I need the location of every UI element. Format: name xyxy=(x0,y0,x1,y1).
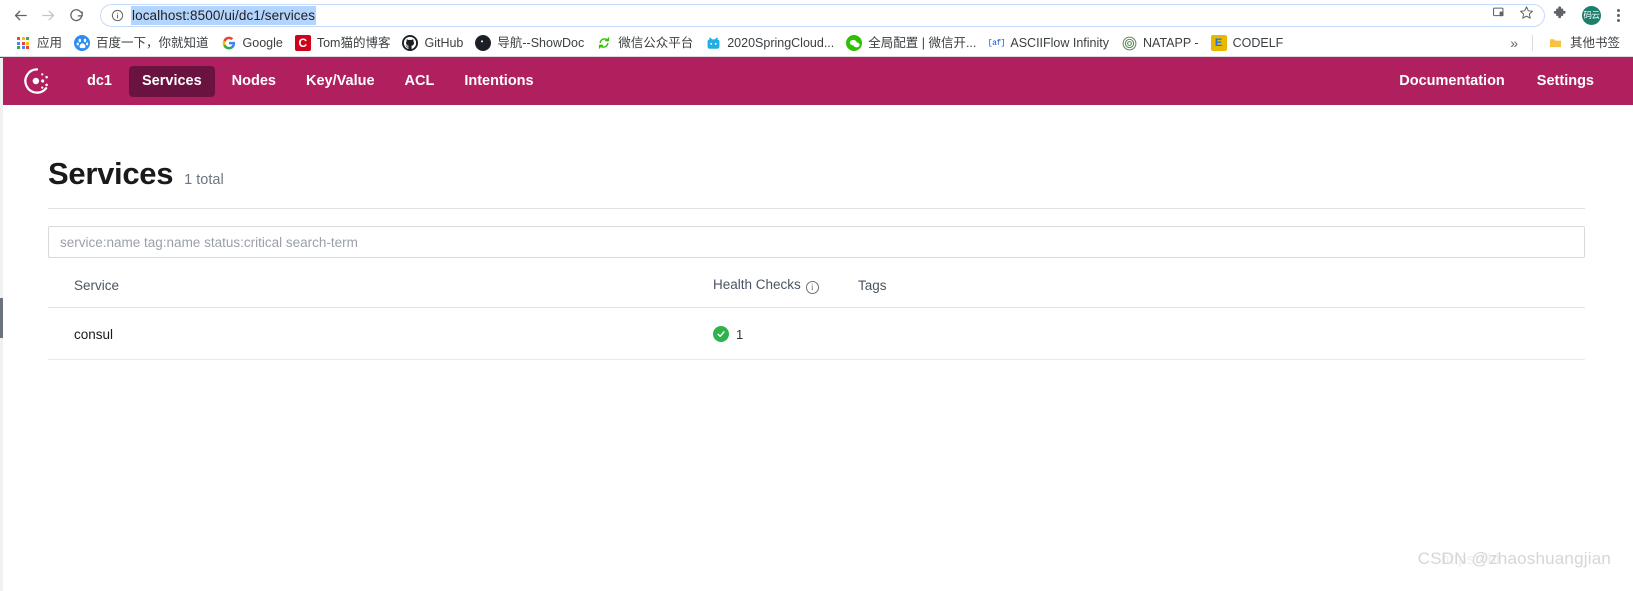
url-text[interactable]: localhost:8500/ui/dc1/services xyxy=(131,5,317,25)
bookmark-asciiflow[interactable]: [af] ASCIIFlow Infinity xyxy=(983,33,1116,53)
search-input[interactable] xyxy=(48,226,1585,258)
bookmark-label: 应用 xyxy=(37,36,63,50)
star-icon[interactable] xyxy=(1519,5,1534,25)
health-passing-icon xyxy=(713,326,729,342)
services-total-count: 1 total xyxy=(184,172,224,188)
bookmark-label: 2020SpringCloud... xyxy=(727,36,835,50)
back-button[interactable] xyxy=(6,2,34,28)
health-check-count: 1 xyxy=(736,326,744,342)
bookmark-apps[interactable]: 应用 xyxy=(10,33,69,53)
table-header-row: Service Health Checks i Tags xyxy=(48,277,1585,308)
divider xyxy=(1531,35,1533,51)
column-header-health-checks-label: Health Checks xyxy=(713,277,801,292)
natapp-icon xyxy=(1121,35,1137,51)
folder-icon xyxy=(1548,35,1564,51)
services-table-head: Service Health Checks i Tags xyxy=(48,277,1585,308)
nav-item-services[interactable]: Services xyxy=(129,65,215,97)
codelf-icon: E xyxy=(1210,35,1227,51)
forward-arrow-icon xyxy=(41,10,54,20)
bookmark-other-bookmarks[interactable]: 其他书签 xyxy=(1543,33,1627,53)
nav-item-nodes[interactable]: Nodes xyxy=(219,66,289,97)
nav-item-documentation[interactable]: Documentation xyxy=(1386,66,1518,97)
bookmarks-bar: 应用 百度一下，你就知道 Google C Tom猫的博客 GitHub 导航-… xyxy=(0,30,1633,57)
avatar[interactable]: 码云 xyxy=(1582,5,1601,25)
consul-navbar: dc1 Services Nodes Key/Value ACL Intenti… xyxy=(0,57,1633,105)
google-icon xyxy=(221,35,237,51)
services-table: Service Health Checks i Tags consul 1 xyxy=(48,277,1585,360)
nav-datacenter[interactable]: dc1 xyxy=(74,66,125,97)
asciiflow-icon: [af] xyxy=(988,38,1005,48)
baidu-icon xyxy=(74,35,91,51)
services-table-body: consul 1 xyxy=(48,307,1585,360)
table-row[interactable]: consul 1 xyxy=(48,307,1585,360)
wechat-mp-icon xyxy=(596,35,612,51)
showdoc-icon xyxy=(475,35,492,51)
bookmark-label: 微信公众平台 xyxy=(618,36,694,50)
bookmark-tom-blog[interactable]: C Tom猫的博客 xyxy=(290,33,398,53)
bookmark-google[interactable]: Google xyxy=(216,33,290,53)
bookmarks-overflow-button[interactable]: » xyxy=(1506,35,1522,51)
back-arrow-icon xyxy=(14,10,27,20)
bookmark-label: Google xyxy=(242,36,283,50)
bookmark-springcloud[interactable]: 2020SpringCloud... xyxy=(700,33,841,53)
wechat-icon xyxy=(846,35,863,51)
tom-blog-icon: C xyxy=(294,35,311,51)
page-header: Services 1 total xyxy=(48,105,1585,209)
browser-toolbar-right: 码云 xyxy=(1553,5,1623,26)
bilibili-icon xyxy=(705,35,722,51)
info-icon[interactable]: i xyxy=(805,281,819,294)
column-header-service[interactable]: Service xyxy=(48,277,713,308)
browser-chrome: localhost:8500/ui/dc1/services 码云 应用 百度一… xyxy=(0,0,1633,57)
consul-nav-right: Documentation Settings xyxy=(1386,66,1607,97)
consul-nav-items: dc1 Services Nodes Key/Value ACL Intenti… xyxy=(74,65,547,97)
browser-toolbar: localhost:8500/ui/dc1/services 码云 xyxy=(0,0,1633,30)
nav-item-key-value[interactable]: Key/Value xyxy=(293,66,388,97)
service-name-link[interactable]: consul xyxy=(74,327,113,342)
bookmark-label: 全局配置 | 微信开... xyxy=(868,36,977,50)
bookmark-baidu[interactable]: 百度一下，你就知道 xyxy=(69,33,216,53)
three-dot-menu-icon[interactable] xyxy=(1614,7,1623,24)
apps-grid-icon xyxy=(15,35,31,51)
bookmark-label: 其他书签 xyxy=(1569,36,1620,50)
bookmark-wechat-mp[interactable]: 微信公众平台 xyxy=(591,33,700,53)
bookmark-github[interactable]: GitHub xyxy=(397,33,470,53)
services-page: Services 1 total Service Health Checks i … xyxy=(0,105,1633,591)
puzzle-piece-icon[interactable] xyxy=(1553,5,1569,26)
bookmark-label: 百度一下，你就知道 xyxy=(96,36,209,50)
bookmark-wechat-dev[interactable]: 全局配置 | 微信开... xyxy=(841,33,983,53)
consul-logo-icon[interactable] xyxy=(22,66,52,96)
nav-item-settings[interactable]: Settings xyxy=(1524,66,1607,97)
reload-button[interactable] xyxy=(62,2,90,28)
bookmarks-overflow-area: » 其他书签 xyxy=(1506,33,1627,53)
forward-button[interactable] xyxy=(34,2,62,28)
bookmark-label: ASCIIFlow Infinity xyxy=(1010,36,1110,50)
github-icon xyxy=(402,35,419,51)
cell-tags xyxy=(858,307,1585,360)
site-info-icon[interactable] xyxy=(110,8,124,22)
cast-icon[interactable] xyxy=(1492,5,1507,25)
search-container xyxy=(48,209,1585,258)
left-scrollbar-sliver[interactable] xyxy=(0,58,3,591)
bookmark-label: CODELF xyxy=(1232,36,1284,50)
cell-health-checks: 1 xyxy=(713,307,858,360)
column-header-tags[interactable]: Tags xyxy=(858,277,1585,308)
watermark: https://blCSDN @zhaoshuangjian xyxy=(1418,549,1611,569)
bookmark-label: NATAPP - xyxy=(1143,36,1199,50)
bookmark-natapp[interactable]: NATAPP - xyxy=(1116,33,1206,53)
watermark-text: CSDN @zhaoshuangjian xyxy=(1417,549,1611,568)
page-title: Services xyxy=(48,156,174,191)
cell-service-name[interactable]: consul xyxy=(48,307,713,360)
bookmark-label: 导航--ShowDoc xyxy=(497,36,585,50)
bookmark-label: GitHub xyxy=(424,36,464,50)
bookmark-label: Tom猫的博客 xyxy=(316,36,391,50)
bookmark-showdoc[interactable]: 导航--ShowDoc xyxy=(470,33,591,53)
reload-icon xyxy=(69,8,83,21)
address-bar[interactable]: localhost:8500/ui/dc1/services xyxy=(100,3,1545,27)
bookmark-codelf[interactable]: E CODELF xyxy=(1206,33,1291,53)
scrollbar-thumb[interactable] xyxy=(0,298,3,338)
nav-item-acl[interactable]: ACL xyxy=(392,66,448,97)
nav-item-intentions[interactable]: Intentions xyxy=(451,66,546,97)
column-header-health-checks[interactable]: Health Checks i xyxy=(713,277,858,308)
